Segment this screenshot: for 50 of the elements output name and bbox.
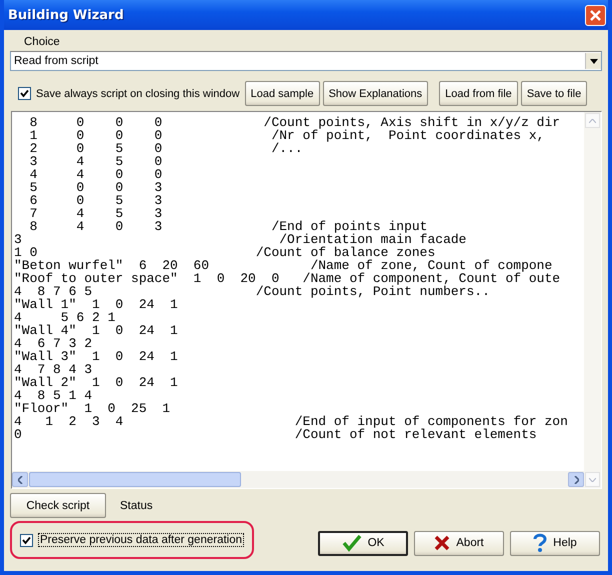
checkbox[interactable] xyxy=(18,87,31,100)
scroll-thumb[interactable] xyxy=(29,472,241,487)
script-line: 7 4 5 3 xyxy=(28,207,164,220)
horizontal-scrollbar[interactable] xyxy=(12,471,584,488)
script-line: 4 6 7 3 2 xyxy=(14,337,94,350)
script-line: 8 4 0 3 /End of points input xyxy=(28,220,428,233)
script-line: 4 8 5 1 4 xyxy=(14,389,94,402)
script-line: 2 0 5 0 /... xyxy=(28,142,304,155)
script-line: 1 0 /Count of balance zones xyxy=(14,246,436,259)
close-button[interactable] xyxy=(585,4,606,26)
script-line: 4 1 2 3 4 /End of input of components for zon xyxy=(14,415,569,428)
toolbar-button[interactable]: Show Explanations xyxy=(322,81,428,106)
script-line: 4 8 7 6 5 /Count points, Point numbers.. xyxy=(14,285,491,298)
abort-button[interactable]: Abort xyxy=(414,530,504,556)
close-icon xyxy=(589,8,602,22)
choice-label: Choice xyxy=(24,36,61,48)
script-line: "Wall 4" 1 0 24 1 xyxy=(14,324,179,337)
cross-icon xyxy=(434,535,450,551)
script-line: 4 5 6 2 1 xyxy=(14,311,116,324)
checkmark-icon xyxy=(342,534,362,552)
script-line: 3 /Orientation main facade xyxy=(14,233,468,246)
scroll-right-icon[interactable] xyxy=(568,472,584,487)
script-line: 3 4 5 0 xyxy=(28,155,164,168)
save-always-checkbox[interactable]: Save always script on closing this window xyxy=(18,87,240,100)
check-script-button[interactable]: Check script xyxy=(10,493,106,518)
script-line: "Wall 3" 1 0 24 1 xyxy=(14,350,179,363)
script-editor[interactable] xyxy=(11,111,602,489)
script-line: "Floor" 1 0 25 1 xyxy=(14,402,172,415)
script-line: 1 0 0 0 /Nr of point, Point coordinates x, xyxy=(28,129,546,142)
toolbar-button[interactable]: Load sample xyxy=(244,81,320,106)
help-button[interactable]: Help xyxy=(510,530,600,556)
script-line: 5 0 0 3 xyxy=(28,181,164,194)
ok-button[interactable]: OK xyxy=(318,530,408,556)
script-line: 4 7 8 4 3 xyxy=(14,363,94,376)
script-line: 4 4 0 0 xyxy=(28,168,164,181)
script-line: 8 0 0 0 /Count points, Axis shift in x/y/z dir xyxy=(28,116,562,129)
script-line: "Roof to outer space" 1 0 20 0 /Name of component, Count of oute xyxy=(14,272,562,285)
window-title: Building Wizard xyxy=(8,8,124,22)
toolbar-button[interactable]: Save to file xyxy=(520,81,588,106)
script-line: "Wall 2" 1 0 24 1 xyxy=(14,376,179,389)
script-line: 6 0 5 3 xyxy=(28,194,164,207)
question-mark-icon xyxy=(533,533,548,553)
script-line: "Beton wurfel" 6 20 60 /Name of zone, Count of compone xyxy=(14,259,554,272)
script-line: "Wall 1" 1 0 24 1 xyxy=(14,298,179,311)
scroll-left-icon[interactable] xyxy=(12,472,28,487)
checkbox[interactable] xyxy=(20,534,33,546)
toolbar-button[interactable]: Load from file xyxy=(439,81,518,106)
choice-dropdown[interactable]: Read from script xyxy=(10,51,602,71)
status-label: Status xyxy=(120,500,153,512)
script-line: 0 /Count of not relevant elements xyxy=(14,428,538,441)
